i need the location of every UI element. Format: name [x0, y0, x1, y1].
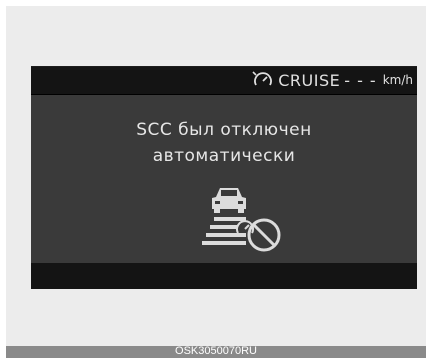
cruise-label: CRUISE [278, 70, 341, 90]
message-line-2: автоматически [152, 146, 296, 166]
speed-unit: km/h [382, 73, 413, 87]
cluster-display: CRUISE - - - km/h SCC был отключен автом… [31, 66, 417, 289]
figure-caption-bar: OSK3050070RU [6, 345, 426, 358]
bottom-bar [31, 263, 417, 289]
cruise-indicator: CRUISE - - - km/h [252, 69, 413, 91]
figure-code: OSK3050070RU [175, 345, 257, 357]
set-speed-value: - - - [344, 70, 377, 90]
warning-message: SCC был отключен автоматически [31, 117, 417, 169]
scc-cancelled-icon [202, 188, 281, 252]
status-bar: CRUISE - - - km/h [31, 67, 417, 95]
message-line-1: SCC был отключен [136, 120, 312, 140]
cruise-speedometer-icon [252, 71, 273, 86]
